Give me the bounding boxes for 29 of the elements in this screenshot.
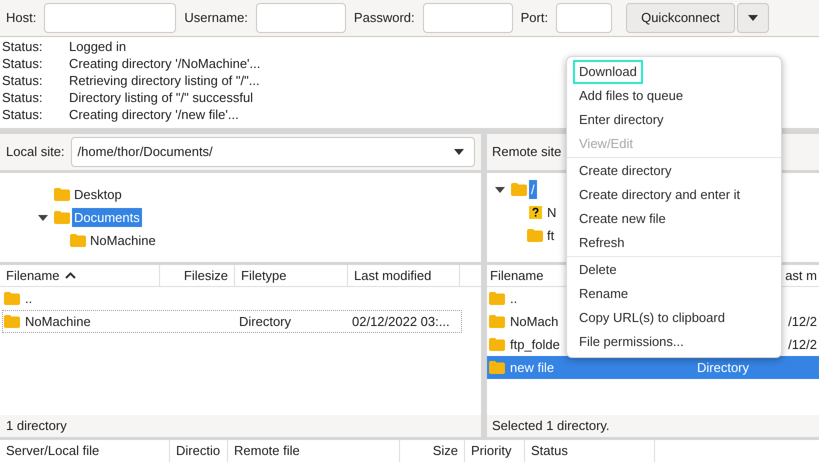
site-label: Remote site	[492, 143, 562, 162]
log-message: Creating directory '/NoMachine'...	[69, 55, 260, 72]
file-modified: /12/2	[788, 314, 817, 329]
log-label: Status:	[2, 72, 44, 89]
file-name: ftp_folde	[510, 336, 560, 354]
file-name: ..	[510, 290, 518, 308]
log-label: Status:	[2, 38, 44, 55]
file-name: NoMach	[510, 312, 558, 331]
file-type: Directory	[697, 360, 750, 375]
log-label: Status:	[2, 55, 44, 72]
file-name: new file	[510, 358, 554, 377]
field-label: Port:	[520, 9, 548, 28]
log-label: Status:	[2, 106, 44, 123]
file-type: Directory	[239, 314, 292, 329]
log-message: Retrieving directory listing of "/"...	[69, 72, 260, 89]
field-label: Password:	[354, 9, 415, 28]
log-message: Creating directory '/new file'...	[69, 106, 239, 123]
site-label: Local site:	[6, 143, 65, 162]
field-label: Host:	[6, 9, 36, 28]
file-name: ..	[25, 290, 32, 308]
log-message: Directory listing of "/" successful	[69, 89, 254, 106]
status-text: Selected 1 directory.	[487, 415, 819, 437]
log-label: Status:	[2, 89, 44, 106]
file-name: NoMachine	[25, 312, 91, 331]
field-label: Username:	[184, 9, 248, 28]
file-modified: /12/2	[788, 336, 817, 352]
status-text: 1 directory	[0, 415, 481, 437]
file-modified: 02/12/2022 03:...	[352, 314, 450, 329]
log-message: Logged in	[69, 38, 126, 55]
